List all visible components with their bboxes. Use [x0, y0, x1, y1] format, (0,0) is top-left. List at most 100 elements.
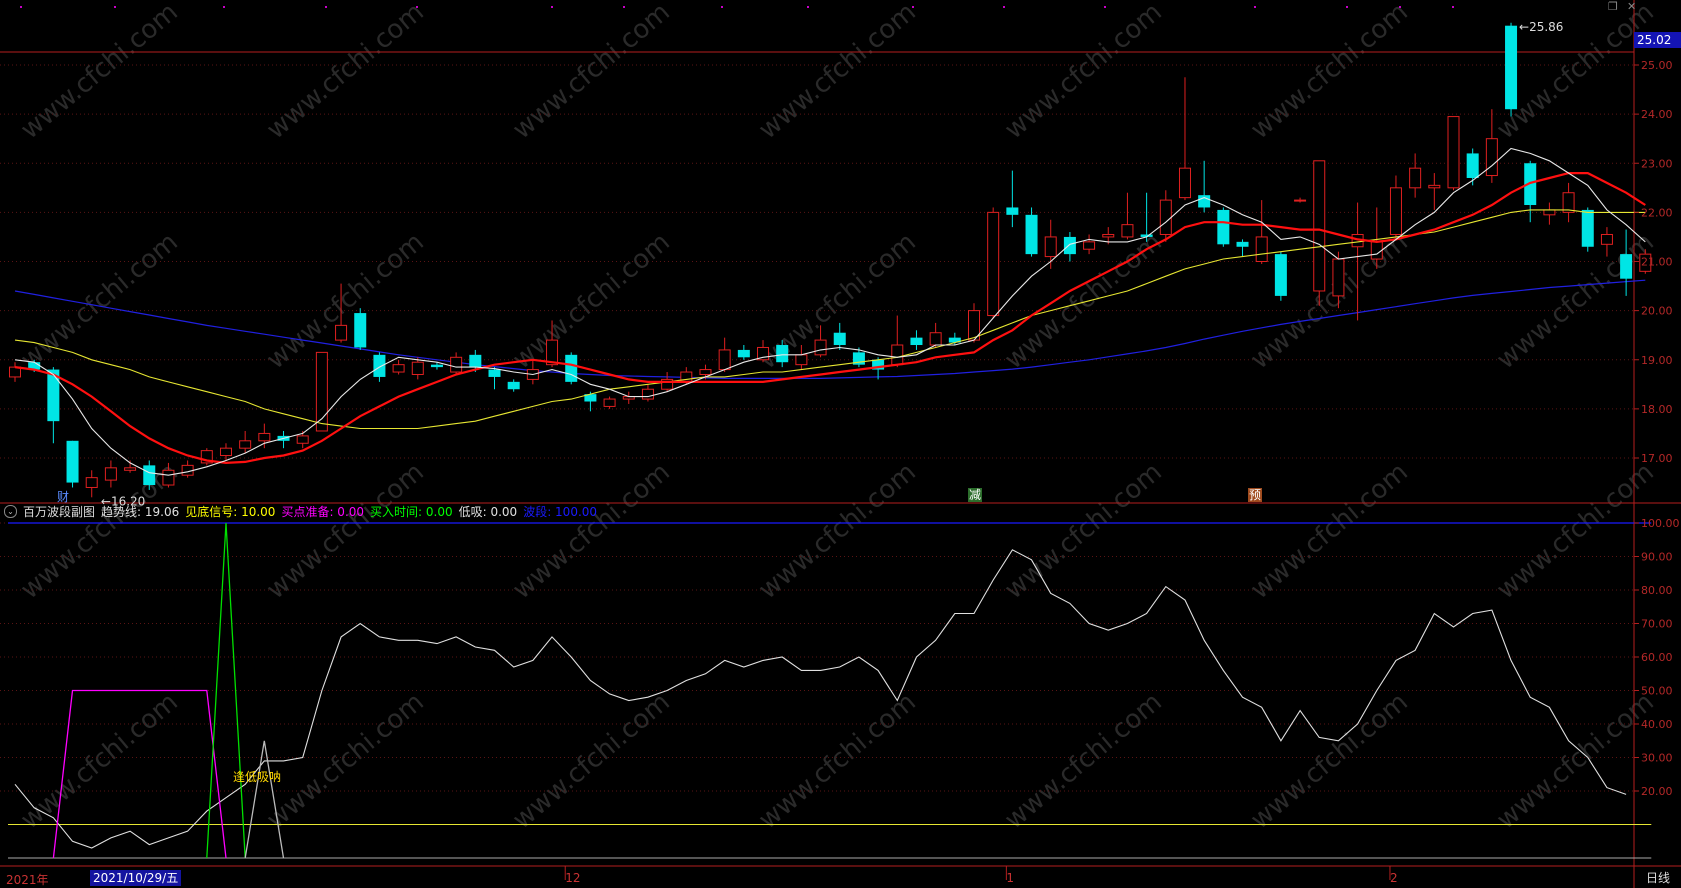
indicator-tick-label: 40.00 — [1641, 718, 1673, 731]
candle-body — [1485, 138, 1498, 177]
top-marker-dot — [721, 6, 723, 8]
candle-body — [239, 440, 252, 449]
candle-body — [1581, 209, 1594, 247]
price-tick-label: 23.00 — [1641, 157, 1673, 170]
top-marker-dot — [807, 6, 809, 8]
top-marker-dot — [1104, 6, 1106, 8]
candle-body — [1102, 233, 1115, 238]
top-marker-dot — [623, 6, 625, 8]
candle-body — [1332, 258, 1345, 297]
candle-body — [910, 337, 923, 346]
candle-body — [1044, 236, 1057, 258]
indicator-tick-label: 90.00 — [1641, 551, 1673, 564]
candle-body — [392, 364, 405, 373]
candle-body — [1389, 187, 1402, 235]
candle-body — [373, 354, 386, 377]
watermark-text: www.cfchi.com — [507, 687, 676, 835]
candle-body — [1447, 116, 1460, 189]
watermark-text: www.cfchi.com — [15, 457, 184, 605]
watermark-text: www.cfchi.com — [507, 227, 676, 375]
candle-body — [1600, 233, 1613, 245]
close-icon[interactable]: ✕ — [1627, 0, 1636, 13]
candle-body — [488, 369, 501, 377]
indicator-annotation: 逢低吸呐 — [233, 770, 282, 784]
top-marker-dot — [114, 6, 116, 8]
candle-body — [1620, 254, 1633, 279]
candle-body — [1198, 195, 1211, 208]
watermark-text: www.cfchi.com — [15, 0, 184, 145]
indicator-field: 波段: 100.00 — [523, 504, 598, 519]
x-label-year: 2021年 — [6, 873, 49, 887]
candle-body — [1274, 254, 1287, 296]
watermark-text: www.cfchi.com — [1245, 457, 1414, 605]
watermark-text: www.cfchi.com — [261, 457, 430, 605]
watermark-text: www.cfchi.com — [1491, 687, 1660, 835]
watermark-text: www.cfchi.com — [753, 0, 922, 145]
top-marker-dot — [1003, 6, 1005, 8]
watermark-text: www.cfchi.com — [261, 0, 430, 145]
candle-body — [929, 332, 942, 346]
candle-body — [430, 364, 443, 368]
price-tick-label: 18.00 — [1641, 403, 1673, 416]
candle-body — [737, 349, 750, 358]
candle-body — [411, 361, 424, 375]
candle-body — [1409, 167, 1422, 189]
axis-layer: 25.00 24.00 23.00 22.00 21.00 20.00 19.00 18.00… — [564, 59, 1680, 880]
candle-body — [124, 467, 137, 471]
candle-body — [162, 469, 175, 486]
indicator-tick-label: 70.00 — [1641, 618, 1673, 631]
candle-body — [104, 467, 117, 481]
watermark-text: www.cfchi.com — [261, 227, 430, 375]
x-label-month-1: 1 — [1006, 871, 1014, 885]
watermark-text: www.cfchi.com — [1245, 0, 1414, 145]
candle-body — [507, 381, 520, 390]
top-marker-dot — [20, 6, 22, 8]
candle-body — [296, 435, 309, 444]
indicator-name[interactable]: 百万波段副图 — [23, 503, 95, 520]
watermark-layer: www.cfchi.com www.cfchi.com www.cfchi.com w… — [15, 0, 1660, 835]
watermark-text: www.cfchi.com — [261, 687, 430, 835]
collapse-icon[interactable]: ⌄ — [4, 504, 17, 518]
restore-icon[interactable]: ❐ — [1608, 0, 1618, 13]
watermark-text: www.cfchi.com — [507, 0, 676, 145]
indicator-fields: 趋势线: 19.06 见底信号: 10.00 买点准备: 0.00 买入时间: 0.0… — [101, 503, 603, 520]
candle-body — [1159, 199, 1172, 235]
candle-body — [1313, 160, 1326, 292]
watermark-text: www.cfchi.com — [15, 687, 184, 835]
last-price-tag: 25.02 — [1634, 32, 1681, 48]
candle-body — [1370, 241, 1383, 260]
event-mark-yu[interactable]: 预 — [1248, 488, 1263, 502]
candle-body — [987, 211, 1000, 317]
candle-body — [1083, 241, 1096, 250]
period-selector[interactable]: 日线 — [1646, 869, 1670, 886]
candle-body — [258, 432, 271, 442]
watermark-text: www.cfchi.com — [1491, 457, 1660, 605]
candle-body — [85, 477, 98, 488]
candle-body — [833, 332, 846, 346]
indicator-field: 趋势线: 19.06 — [101, 504, 180, 519]
watermark-text: www.cfchi.com — [15, 227, 184, 375]
top-marker-dot — [1399, 6, 1401, 8]
candle-body — [1121, 224, 1134, 238]
stock-chart-canvas[interactable]: www.cfchi.com www.cfchi.com www.cfchi.com w… — [0, 0, 1681, 888]
x-label-month-12: 12 — [565, 871, 581, 885]
watermark-text: www.cfchi.com — [753, 687, 922, 835]
indicator-field: 低吸: 0.00 — [458, 504, 518, 519]
candle-body — [718, 349, 731, 371]
candle-body — [603, 398, 616, 407]
price-tick-label: 25.00 — [1641, 59, 1673, 72]
price-tick-label: 21.00 — [1641, 256, 1673, 269]
candle-body — [1466, 153, 1479, 178]
indicator-field: 见底信号: 10.00 — [185, 504, 276, 519]
watermark-text: www.cfchi.com — [1245, 687, 1414, 835]
candle-body — [565, 354, 578, 382]
candle-body — [143, 465, 156, 486]
candle-body — [814, 339, 827, 356]
indicator-field: 买入时间: 0.00 — [370, 504, 453, 519]
candle-body — [1006, 207, 1019, 215]
watermark-text: www.cfchi.com — [507, 457, 676, 605]
indicator-field: 买点准备: 0.00 — [281, 504, 365, 519]
candle-body — [354, 313, 367, 348]
candle-body — [699, 369, 712, 375]
event-mark-jian[interactable]: 减 — [968, 488, 983, 502]
